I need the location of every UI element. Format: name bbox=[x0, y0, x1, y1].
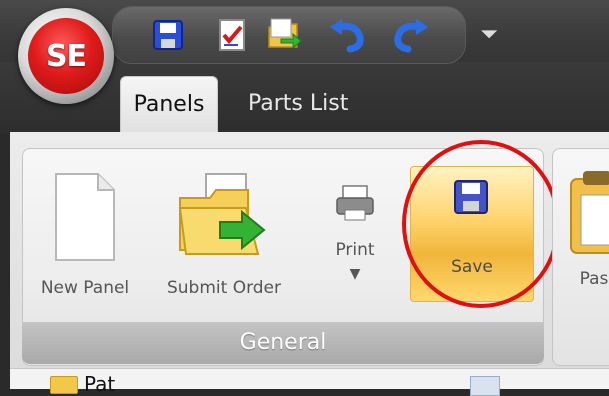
folder-arrow-icon bbox=[268, 18, 302, 50]
scroll-button[interactable] bbox=[470, 376, 500, 396]
customize-dropdown-icon: ⏷ bbox=[480, 22, 498, 47]
print-button[interactable]: Print ▼ bbox=[320, 176, 390, 296]
tab-panels[interactable]: Panels bbox=[120, 76, 218, 133]
paste-button[interactable]: Pas bbox=[559, 161, 609, 311]
general-group-label: General bbox=[22, 322, 544, 364]
highlight-circle bbox=[402, 140, 560, 308]
new-panel-label: New Panel bbox=[40, 278, 130, 298]
new-panel-button[interactable]: New Panel bbox=[30, 160, 140, 310]
print-dropdown-arrow: ▼ bbox=[349, 266, 361, 282]
qat-checklist-button[interactable] bbox=[211, 15, 253, 55]
document-icon bbox=[55, 173, 115, 261]
submit-order-label: Submit Order bbox=[166, 278, 282, 298]
paste-label: Pas bbox=[579, 269, 609, 289]
submit-order-button[interactable]: Submit Order bbox=[156, 160, 292, 310]
quick-access-toolbar bbox=[112, 6, 466, 64]
logo-text: SE bbox=[45, 38, 87, 74]
undo-icon bbox=[330, 19, 364, 53]
clipboard-icon bbox=[570, 171, 609, 254]
tree-item-label[interactable]: Pat bbox=[84, 372, 115, 396]
clipboard-group: Pas bbox=[552, 148, 609, 366]
app-logo: SE bbox=[28, 18, 104, 94]
tab-parts-list[interactable]: Parts List bbox=[248, 76, 348, 132]
qat-save-button[interactable] bbox=[147, 15, 189, 55]
qat-undo-button[interactable] bbox=[327, 15, 369, 55]
print-label: Print bbox=[335, 240, 375, 260]
qat-redo-button[interactable] bbox=[389, 15, 431, 55]
qat-customize-button[interactable]: ⏷ bbox=[476, 22, 502, 48]
save-icon bbox=[153, 20, 183, 50]
redo-icon bbox=[394, 19, 428, 53]
app-logo-button[interactable]: SE bbox=[18, 8, 114, 104]
printer-icon bbox=[336, 185, 374, 221]
qat-open-button[interactable] bbox=[265, 15, 307, 55]
checklist-icon bbox=[219, 19, 245, 51]
folder-icon bbox=[50, 376, 78, 394]
folder-arrow-icon bbox=[178, 173, 266, 255]
